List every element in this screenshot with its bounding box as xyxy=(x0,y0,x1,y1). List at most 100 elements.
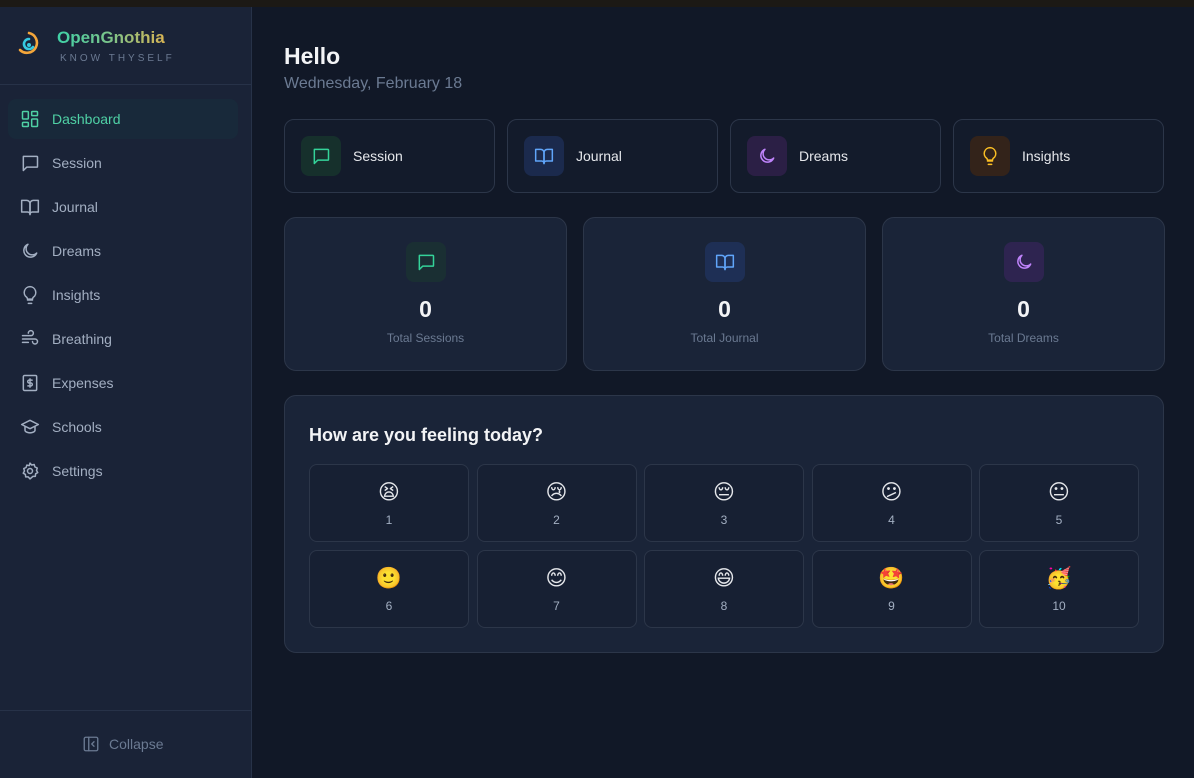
book-icon xyxy=(20,199,40,216)
stat-card-journal: 0 Total Journal xyxy=(583,217,866,371)
stat-value: 0 xyxy=(419,296,432,322)
quick-action-label: Session xyxy=(353,148,403,164)
mood-title: How are you feeling today? xyxy=(309,425,544,445)
quick-action-label: Journal xyxy=(576,148,622,164)
quick-action-insights[interactable]: Insights xyxy=(953,119,1164,193)
gear-icon xyxy=(22,462,39,480)
mood-value: 8 xyxy=(720,599,728,613)
app-name: OpenGnothia xyxy=(57,29,175,47)
quick-action-icon-box xyxy=(524,136,564,176)
quick-action-session[interactable]: Session xyxy=(284,119,495,193)
mood-option-10[interactable]: 🥳 10 xyxy=(979,550,1139,628)
moon-icon xyxy=(760,148,775,163)
app-tagline: KNOW THYSELF xyxy=(60,53,175,64)
stats-row: 0 Total Sessions 0 Total Journal 0 Total… xyxy=(284,217,1165,371)
quick-action-journal[interactable]: Journal xyxy=(507,119,718,193)
sidebar-item-label: Dashboard xyxy=(52,111,121,127)
wind-icon xyxy=(21,329,39,345)
mood-emoji: 😕 xyxy=(880,481,903,504)
mood-emoji: 😔 xyxy=(713,481,735,504)
mood-option-6[interactable]: 🙂 6 xyxy=(309,550,469,628)
moon-icon xyxy=(1016,254,1031,269)
sidebar-collapse-icon xyxy=(83,736,99,752)
brand[interactable]: OpenGnothia KNOW THYSELF xyxy=(16,29,175,64)
mood-option-7[interactable]: 😊 7 xyxy=(476,550,637,628)
mood-option-4[interactable]: 😕 4 xyxy=(811,464,972,542)
sidebar-item-settings[interactable]: Settings xyxy=(8,451,238,491)
sidebar-item-label: Expenses xyxy=(52,375,114,391)
mood-emoji: 🙂 xyxy=(375,567,403,590)
sidebar-nav: Dashboard Session Journal Dreams Insight… xyxy=(8,99,238,495)
mood-emoji: 😊 xyxy=(545,567,568,590)
quick-action-label: Dreams xyxy=(799,148,849,164)
book-icon xyxy=(534,148,554,165)
stat-icon-box xyxy=(405,242,446,282)
mood-emoji: 🤩 xyxy=(878,567,905,590)
sidebar-item-journal[interactable]: Journal xyxy=(8,187,238,227)
sidebar-item-label: Insights xyxy=(52,287,101,303)
mood-option-8[interactable]: 😄 8 xyxy=(644,550,804,628)
book-icon xyxy=(715,254,734,271)
sidebar-item-session[interactable]: Session xyxy=(8,143,238,183)
mood-value: 7 xyxy=(553,599,560,613)
mood-grid: 😫 1 😢 2 😔 3 😕 4 😐 5 🙂 6 😊 7 😄 8 🤩 9 🥳 10 xyxy=(309,464,1139,628)
mood-option-2[interactable]: 😢 2 xyxy=(476,464,637,542)
message-icon xyxy=(418,254,434,271)
stat-value: 0 xyxy=(718,296,731,322)
dollar-icon xyxy=(22,374,38,392)
mood-value: 10 xyxy=(1052,599,1066,613)
mood-option-3[interactable]: 😔 3 xyxy=(644,464,804,542)
current-date: Wednesday, February 18 xyxy=(284,75,463,92)
mood-emoji: 😄 xyxy=(713,567,735,590)
sidebar: OpenGnothia KNOW THYSELF Dashboard Sessi… xyxy=(0,7,252,778)
lightbulb-icon xyxy=(983,146,997,166)
sidebar-item-label: Session xyxy=(52,155,102,171)
sidebar-item-expenses[interactable]: Expenses xyxy=(8,363,238,403)
collapse-label: Collapse xyxy=(109,736,164,752)
sidebar-item-label: Schools xyxy=(52,419,102,435)
quick-action-dreams[interactable]: Dreams xyxy=(730,119,941,193)
divider xyxy=(0,84,251,85)
mood-option-9[interactable]: 🤩 9 xyxy=(811,550,972,628)
quick-action-icon-box xyxy=(301,136,341,176)
sidebar-item-label: Journal xyxy=(52,199,98,215)
mood-value: 9 xyxy=(888,599,895,613)
sidebar-item-breathing[interactable]: Breathing xyxy=(8,319,238,359)
main-content: Hello Wednesday, February 18 Session Jou… xyxy=(252,7,1194,778)
message-icon xyxy=(313,148,330,165)
mood-value: 1 xyxy=(385,513,393,527)
stat-icon-box xyxy=(704,242,745,282)
sidebar-item-dreams[interactable]: Dreams xyxy=(8,231,238,271)
stat-icon-box xyxy=(1003,242,1044,282)
mood-option-5[interactable]: 😐 5 xyxy=(979,464,1139,542)
moon-icon xyxy=(23,243,38,258)
mood-emoji: 😢 xyxy=(545,481,568,504)
sidebar-item-label: Settings xyxy=(52,463,103,479)
stat-card-sessions: 0 Total Sessions xyxy=(284,217,567,371)
collapse-button[interactable]: Collapse xyxy=(82,735,163,753)
stat-card-dreams: 0 Total Dreams xyxy=(882,217,1165,371)
mood-card: How are you feeling today? 😫 1 😢 2 😔 3 😕… xyxy=(284,395,1164,653)
divider xyxy=(0,710,251,711)
sidebar-item-label: Dreams xyxy=(52,243,102,259)
dashboard-icon xyxy=(21,110,39,128)
mood-option-1[interactable]: 😫 1 xyxy=(309,464,469,542)
message-icon xyxy=(22,155,39,172)
logo-icon xyxy=(18,31,39,55)
mood-emoji: 😐 xyxy=(1048,481,1070,504)
stat-label: Total Dreams xyxy=(988,331,1059,345)
page-title: Hello xyxy=(284,43,341,69)
sidebar-item-label: Breathing xyxy=(52,331,112,347)
quick-actions: Session Journal Dreams Insights xyxy=(284,119,1164,193)
graduation-cap-icon xyxy=(20,419,40,434)
lightbulb-icon xyxy=(23,285,37,305)
mood-value: 2 xyxy=(553,513,560,527)
sidebar-item-schools[interactable]: Schools xyxy=(8,407,238,447)
mood-value: 3 xyxy=(720,513,728,527)
stat-label: Total Journal xyxy=(690,331,759,345)
quick-action-icon-box xyxy=(970,136,1010,176)
sidebar-item-dashboard[interactable]: Dashboard xyxy=(8,99,238,139)
stat-value: 0 xyxy=(1017,296,1030,322)
window-top-strip xyxy=(0,0,1194,7)
sidebar-item-insights[interactable]: Insights xyxy=(8,275,238,315)
